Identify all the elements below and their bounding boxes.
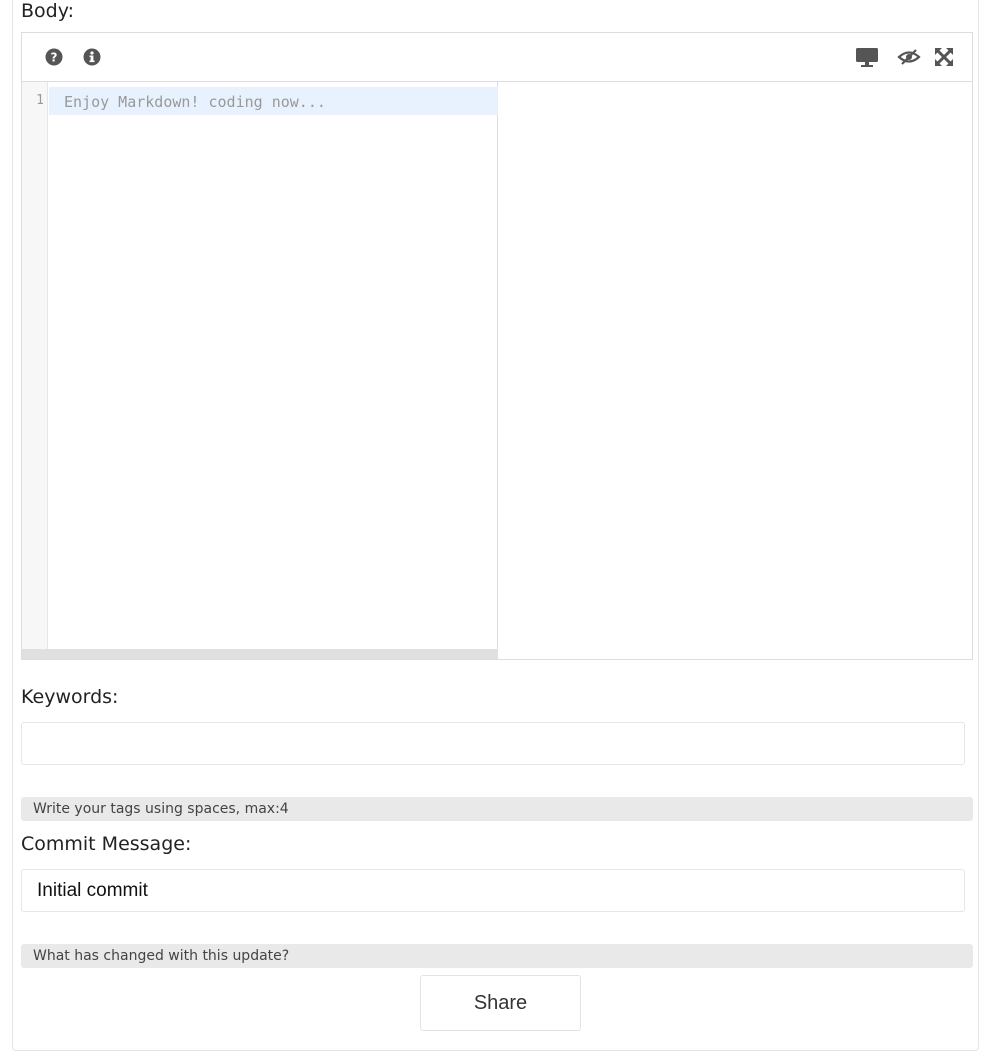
horizontal-scrollbar[interactable] [22,649,498,659]
editor-placeholder: Enjoy Markdown! coding now... [64,93,326,111]
line-number: 1 [36,93,44,108]
svg-text:?: ? [51,51,58,65]
hide-preview-icon[interactable] [897,46,921,68]
share-button[interactable]: Share [420,975,581,1031]
commit-help-text: What has changed with this update? [21,944,973,968]
keywords-input[interactable] [21,722,965,765]
help-icon[interactable]: ? [43,46,65,68]
keywords-help-text: Write your tags using spaces, max:4 [21,797,973,821]
editor-toolbar: ? [22,33,972,82]
fullscreen-icon[interactable] [933,46,955,68]
editor-input-pane[interactable]: 1 Enjoy Markdown! coding now... [22,82,498,659]
markdown-editor: ? 1 Enjoy Markdown! coding now... [21,32,973,660]
body-label: Body: [21,0,74,22]
desktop-preview-icon[interactable] [855,46,879,68]
commit-message-label: Commit Message: [21,833,192,855]
keywords-label: Keywords: [21,686,119,708]
preview-pane [499,82,972,659]
commit-message-input[interactable] [21,869,965,912]
line-gutter: 1 [22,82,48,649]
info-icon[interactable] [81,46,103,68]
